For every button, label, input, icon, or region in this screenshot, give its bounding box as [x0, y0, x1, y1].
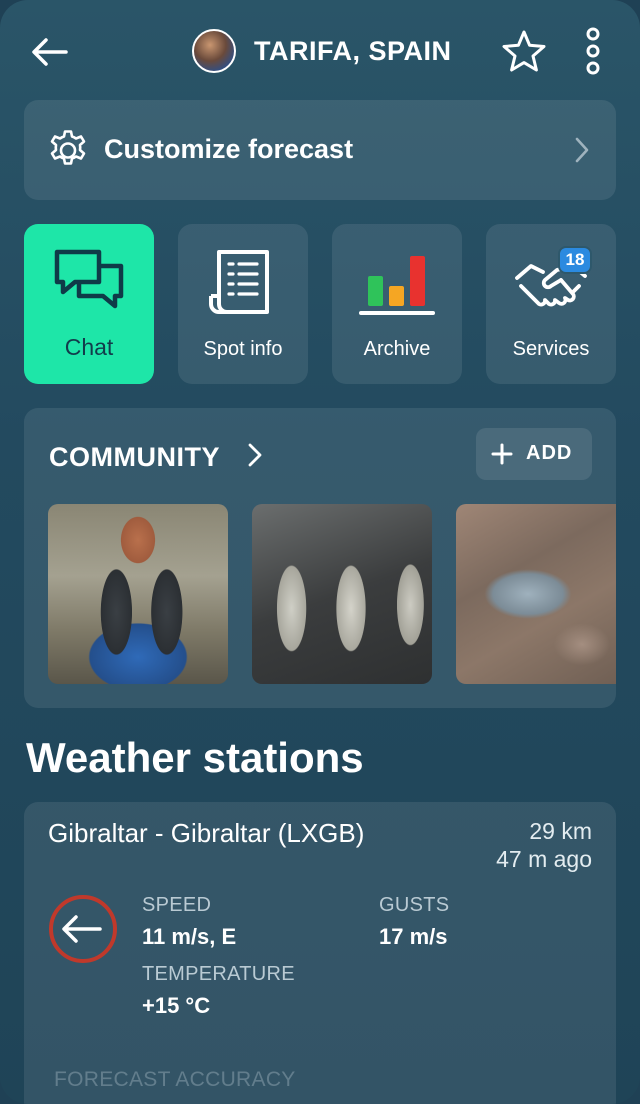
customize-forecast-row[interactable]: Customize forecast — [24, 100, 616, 200]
customize-forecast-label: Customize forecast — [104, 134, 354, 164]
station-name: Gibraltar - Gibraltar (LXGB) — [48, 818, 365, 848]
community-title[interactable]: COMMUNITY — [49, 442, 220, 473]
star-icon — [502, 30, 546, 72]
temperature-label: TEMPERATURE — [142, 963, 295, 985]
tile-archive-label: Archive — [363, 338, 431, 360]
weather-station-card[interactable]: Gibraltar - Gibraltar (LXGB) 29 km 47 m … — [24, 802, 616, 1104]
spot-screen: TARIFA, SPAIN Customize forecast Chat Sp… — [0, 0, 640, 1104]
bar-chart-icon — [359, 256, 435, 315]
station-updated: 47 m ago — [496, 846, 592, 872]
tile-services[interactable]: 18 Services — [486, 224, 616, 384]
chevron-right-icon — [575, 137, 589, 163]
more-vertical-icon — [586, 27, 600, 75]
gusts-value: 17 m/s — [379, 924, 448, 949]
add-label: ADD — [526, 442, 573, 464]
tile-spot-info[interactable]: Spot info — [178, 224, 308, 384]
tile-spot-info-label: Spot info — [203, 338, 283, 360]
wind-direction-icon — [49, 895, 117, 963]
community-photo[interactable] — [456, 504, 616, 684]
temperature-value: +15 °C — [142, 993, 211, 1018]
gusts-label: GUSTS — [379, 894, 450, 916]
community-photo[interactable] — [252, 504, 432, 684]
page-title: TARIFA, SPAIN — [254, 36, 452, 66]
more-options-button[interactable] — [578, 26, 608, 76]
community-photo[interactable] — [48, 504, 228, 684]
arrow-left-icon — [32, 38, 68, 66]
document-icon — [209, 250, 269, 314]
forecast-accuracy-label: FORECAST ACCURACY — [54, 1068, 296, 1091]
chevron-right-icon[interactable] — [246, 441, 264, 469]
station-distance: 29 km — [529, 818, 592, 844]
gear-icon — [50, 130, 86, 165]
services-badge: 18 — [558, 246, 592, 274]
tile-archive[interactable]: Archive — [332, 224, 462, 384]
speed-label: SPEED — [142, 894, 212, 916]
tile-chat-label: Chat — [64, 334, 114, 360]
favorite-button[interactable] — [500, 28, 548, 76]
add-community-button[interactable]: ADD — [476, 428, 592, 480]
tile-chat[interactable]: Chat — [24, 224, 154, 384]
community-card: COMMUNITY ADD — [24, 408, 616, 708]
speed-value: 11 m/s, E — [142, 924, 237, 949]
plus-icon — [491, 443, 513, 465]
tile-services-label: Services — [512, 338, 590, 360]
weather-stations-heading: Weather stations — [26, 734, 364, 781]
top-bar: TARIFA, SPAIN — [0, 0, 640, 100]
spot-avatar — [192, 29, 236, 73]
chat-icon — [54, 249, 124, 309]
back-button[interactable] — [28, 30, 72, 74]
